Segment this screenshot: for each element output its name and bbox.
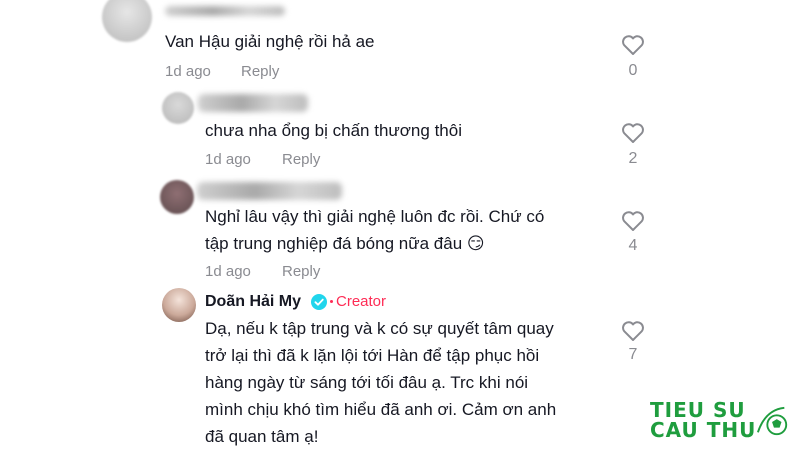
username-blurred[interactable] bbox=[198, 94, 308, 112]
avatar[interactable] bbox=[102, 0, 152, 42]
creator-badge: Creator bbox=[336, 293, 387, 310]
like-count: 7 bbox=[628, 346, 638, 363]
comment-text-line: mình chịu khó tìm hiểu đã anh ơi. Cảm ơn… bbox=[205, 400, 557, 419]
comment-time: 1d ago bbox=[165, 63, 211, 80]
comment-text: chưa nha ổng bị chấn thương thôi bbox=[205, 121, 462, 140]
username-blurred[interactable] bbox=[197, 182, 342, 200]
comment-text-line: Nghỉ lâu vậy thì giải nghệ luôn đc rồi. … bbox=[205, 207, 545, 226]
comment-text-line: đã quan tâm ạ! bbox=[205, 427, 319, 446]
heart-icon[interactable] bbox=[621, 320, 645, 342]
heart-icon[interactable] bbox=[621, 34, 645, 56]
username-blurred[interactable] bbox=[165, 6, 285, 16]
reply-button[interactable]: Reply bbox=[241, 63, 279, 80]
comment-text-line: tập trung nghiệp đá bóng nữa đâu 😏 bbox=[205, 234, 485, 253]
comment-text-line: trở lại thì đã k lặn lội tới Hàn để tập … bbox=[205, 346, 540, 365]
like-count: 0 bbox=[628, 62, 638, 79]
soccer-ball-icon bbox=[756, 406, 788, 436]
comment-text-line: Dạ, nếu k tập trung và k có sự quyết tâm… bbox=[205, 319, 554, 338]
author-name[interactable]: Doãn Hải My bbox=[205, 293, 301, 311]
creator-dot bbox=[330, 300, 333, 303]
watermark-line2: CAU THU bbox=[650, 418, 757, 442]
reply-button[interactable]: Reply bbox=[282, 151, 320, 168]
like-count: 2 bbox=[628, 150, 638, 167]
heart-icon[interactable] bbox=[621, 122, 645, 144]
like-count: 4 bbox=[628, 237, 638, 254]
comment-text-line: hàng ngày từ sáng tới tối đâu ạ. Trc khi… bbox=[205, 373, 529, 392]
heart-icon[interactable] bbox=[621, 210, 645, 232]
avatar[interactable] bbox=[162, 92, 194, 124]
creator-avatar[interactable] bbox=[162, 288, 196, 322]
comment-time: 1d ago bbox=[205, 263, 251, 280]
reply-button[interactable]: Reply bbox=[282, 263, 320, 280]
comment-text: Van Hậu giải nghệ rồi hả ae bbox=[165, 32, 375, 51]
comment-time: 1d ago bbox=[205, 151, 251, 168]
verified-badge-icon bbox=[311, 294, 327, 310]
avatar[interactable] bbox=[160, 180, 194, 214]
